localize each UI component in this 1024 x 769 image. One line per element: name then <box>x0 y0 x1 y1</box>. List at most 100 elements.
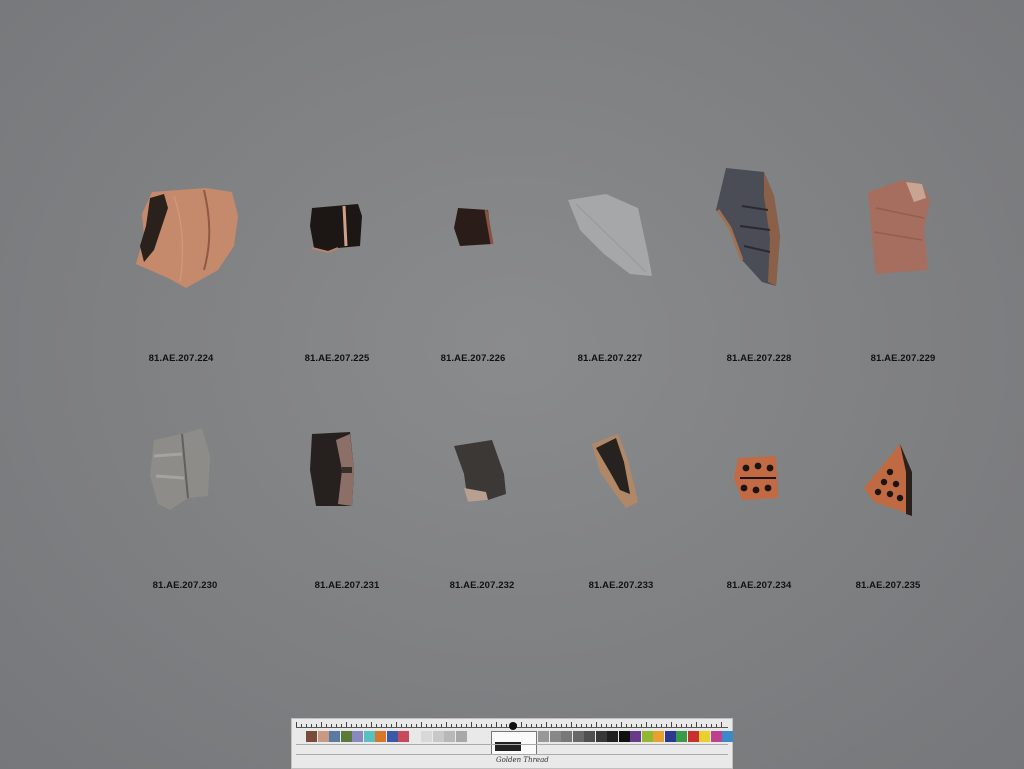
ruler-tick <box>381 724 382 727</box>
ruler-tick <box>541 724 542 727</box>
fragment-81-ae-207-234 <box>732 454 784 504</box>
ruler-tick <box>396 722 397 727</box>
ruler-tick <box>576 724 577 727</box>
color-swatch <box>352 731 363 742</box>
ruler-tick <box>391 724 392 727</box>
fragment-label: 81.AE.207.227 <box>577 353 643 364</box>
color-swatch <box>409 731 421 742</box>
ruler-tick <box>461 724 462 727</box>
color-swatch <box>375 731 386 742</box>
ruler-tick <box>566 724 567 727</box>
ruler-tick <box>431 724 432 727</box>
ruler-tick <box>336 724 337 727</box>
ruler-tick <box>441 724 442 727</box>
ruler-tick <box>436 724 437 727</box>
ruler-tick <box>321 722 322 727</box>
ruler-tick <box>586 724 587 727</box>
ruler-tick <box>581 724 582 727</box>
fragment-81-ae-207-232 <box>452 438 510 504</box>
ruler-tick <box>426 724 427 727</box>
fragment-label: 81.AE.207.232 <box>449 580 515 591</box>
color-swatch <box>618 731 630 742</box>
color-swatch <box>653 731 664 742</box>
ruler-tick <box>491 724 492 727</box>
fragment-label: 81.AE.207.235 <box>855 580 921 591</box>
ruler-tick <box>591 724 592 727</box>
color-swatch <box>386 731 398 742</box>
ruler-tick <box>616 724 617 727</box>
color-swatch <box>607 731 618 742</box>
ruler-tick <box>496 722 497 727</box>
fragment-81-ae-207-228 <box>712 166 784 290</box>
ruler-tick <box>501 724 502 727</box>
ruler-tick <box>681 724 682 727</box>
ruler-tick <box>676 724 677 727</box>
ruler-tick <box>296 722 297 727</box>
ruler-tick <box>706 724 707 727</box>
ruler-tick <box>366 724 367 727</box>
ruler-tick <box>636 724 637 727</box>
ruler-tick <box>406 724 407 727</box>
color-swatch <box>699 731 710 742</box>
ruler-tick <box>481 724 482 727</box>
color-swatch <box>421 731 432 742</box>
ruler-tick <box>451 724 452 727</box>
color-swatch <box>687 731 699 742</box>
color-swatch <box>664 731 676 742</box>
ruler-tick <box>521 722 522 727</box>
ruler-tick <box>526 724 527 727</box>
ruler-tick <box>601 724 602 727</box>
ruler-tick <box>331 724 332 727</box>
ruler-tick <box>556 724 557 727</box>
ruler-tick <box>711 724 712 727</box>
fragment-81-ae-207-235 <box>860 442 916 518</box>
ruler-tick <box>371 722 372 727</box>
fragment-label: 81.AE.207.228 <box>726 353 792 364</box>
ruler-tick <box>691 724 692 727</box>
color-swatch <box>676 731 687 742</box>
color-swatch <box>722 731 733 742</box>
ruler-tick <box>416 724 417 727</box>
ruler-tick <box>641 724 642 727</box>
fragment-label: 81.AE.207.234 <box>726 580 792 591</box>
ruler-tick <box>606 724 607 727</box>
ruler-tick <box>701 724 702 727</box>
ruler-tick <box>401 724 402 727</box>
fragment-81-ae-207-226 <box>452 206 494 246</box>
fragment-81-ae-207-231 <box>306 430 358 510</box>
ruler-tick <box>341 724 342 727</box>
color-swatch <box>363 731 375 742</box>
target-dot <box>509 722 517 730</box>
ruler-tick <box>486 724 487 727</box>
ruler-tick <box>351 724 352 727</box>
color-swatch <box>595 731 607 742</box>
fragment-81-ae-207-225 <box>308 202 366 254</box>
ruler-tick <box>306 724 307 727</box>
fragment-label: 81.AE.207.233 <box>588 580 654 591</box>
fragment-81-ae-207-229 <box>864 178 934 278</box>
ruler-tick <box>531 724 532 727</box>
color-swatch <box>630 731 641 742</box>
ruler-tick <box>506 724 507 727</box>
ruler-tick <box>651 724 652 727</box>
color-swatch <box>538 731 549 742</box>
ruler-tick <box>361 724 362 727</box>
ruler-tick <box>346 722 347 727</box>
density-scale <box>296 744 728 755</box>
fragment-label: 81.AE.207.231 <box>314 580 380 591</box>
ruler-tick <box>386 724 387 727</box>
color-swatch <box>572 731 584 742</box>
color-swatch <box>306 731 317 742</box>
color-swatch <box>329 731 340 742</box>
color-swatch <box>710 731 722 742</box>
ruler-tick <box>696 722 697 727</box>
ruler-tick <box>456 724 457 727</box>
fragment-label: 81.AE.207.226 <box>440 353 506 364</box>
fragment-81-ae-207-230 <box>148 426 212 514</box>
ruler-tick <box>376 724 377 727</box>
fragment-81-ae-207-224 <box>134 186 242 290</box>
color-swatch <box>444 731 455 742</box>
color-swatches-left <box>306 731 467 742</box>
ruler-tick <box>421 722 422 727</box>
color-calibration-card: Golden Thread <box>291 718 733 769</box>
